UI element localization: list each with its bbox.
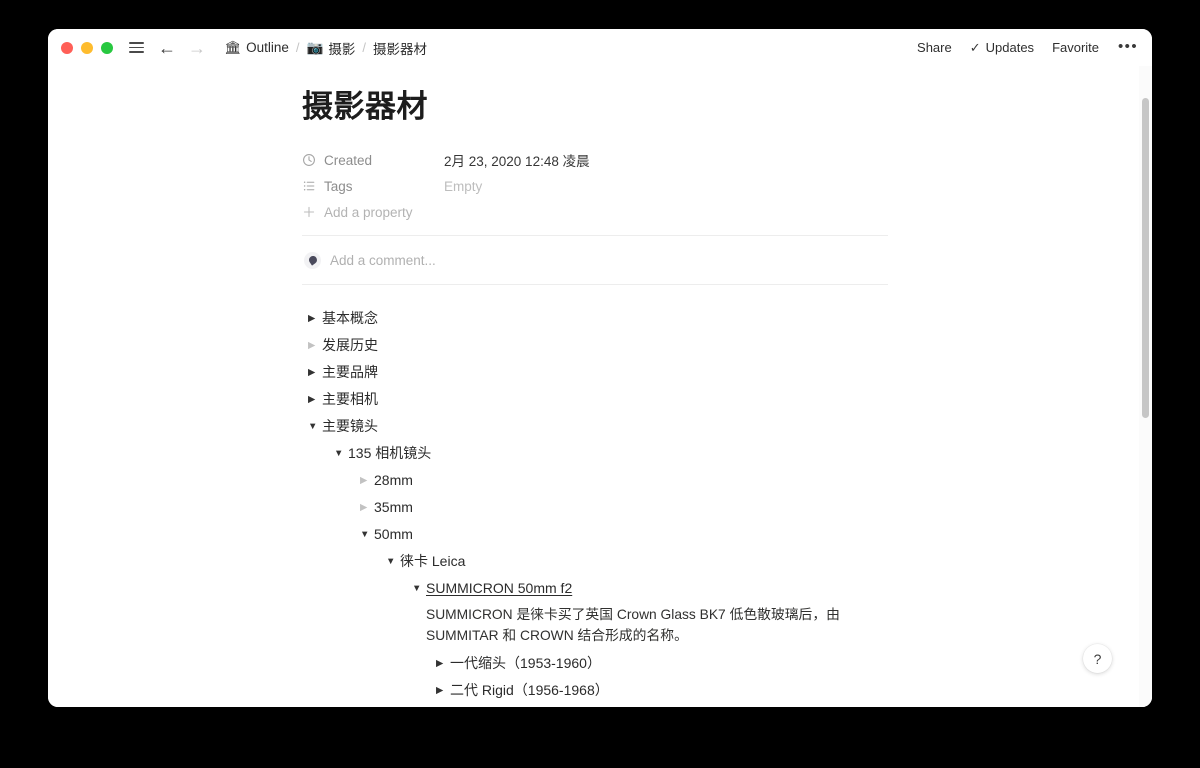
chevron-down-icon[interactable]: ▼ xyxy=(386,548,400,575)
outline-node-label[interactable]: 徕卡 Leica xyxy=(400,548,465,575)
vertical-scrollbar[interactable] xyxy=(1139,66,1152,707)
divider-below-comment xyxy=(302,284,888,286)
close-window-button[interactable] xyxy=(61,41,73,54)
back-arrow-icon[interactable]: ← xyxy=(158,39,176,57)
bank-icon: 🏛 xyxy=(224,39,242,55)
titlebar-actions: Share ✓ Updates Favorite ••• xyxy=(917,39,1138,57)
outline-node[interactable]: ▼ 50mm xyxy=(360,521,888,548)
outline-node[interactable]: ▼ SUMMICRON 50mm f2 xyxy=(412,575,888,602)
chevron-right-icon[interactable]: ▶ xyxy=(436,650,450,677)
titlebar: ← → 🏛 Outline / 📷 摄影 / 摄影器材 Share ✓ Upda… xyxy=(48,29,1152,66)
clock-icon xyxy=(302,153,324,167)
outline-paragraph[interactable]: SUMMICRON 是徕卡买了英国 Crown Glass BK7 低色散玻璃后… xyxy=(426,602,881,650)
app-window: ← → 🏛 Outline / 📷 摄影 / 摄影器材 Share ✓ Upda… xyxy=(48,29,1152,707)
breadcrumb-item-outline[interactable]: Outline xyxy=(246,40,289,55)
chevron-right-icon[interactable]: ▶ xyxy=(308,359,322,386)
updates-button[interactable]: ✓ Updates xyxy=(970,40,1034,55)
chevron-right-icon[interactable]: ▶ xyxy=(308,386,322,413)
camera-icon: 📷 xyxy=(306,39,324,55)
outline-tree: ▶ 基本概念 ▶ 发展历史 ▶ 主要品牌 ▶ 主要相机 ▼ 主要镜头 ▼ 135 相机镜头 ▶ 28mm ▶… xyxy=(302,305,888,704)
avatar xyxy=(304,251,321,269)
property-row-tags[interactable]: Tags Empty xyxy=(302,173,888,199)
chevron-down-icon[interactable]: ▼ xyxy=(308,413,322,440)
chevron-down-icon[interactable]: ▼ xyxy=(334,440,348,467)
plus-icon xyxy=(302,205,324,219)
comment-placeholder: Add a comment... xyxy=(330,252,436,268)
outline-node[interactable]: ▼ 135 相机镜头 xyxy=(334,440,888,467)
help-label: ? xyxy=(1093,650,1102,667)
outline-node-label[interactable]: 28mm xyxy=(374,467,413,494)
property-label-tags: Tags xyxy=(324,178,353,194)
document-scroll-area[interactable]: 摄影器材 Created 2月 23, 2020 12:48 凌晨 Tags E… xyxy=(48,66,1152,707)
check-icon: ✓ xyxy=(969,40,981,55)
window-controls xyxy=(61,41,113,54)
document-page: 摄影器材 Created 2月 23, 2020 12:48 凌晨 Tags E… xyxy=(48,66,1152,704)
updates-label: Updates xyxy=(985,40,1035,55)
chevron-right-icon[interactable]: ▶ xyxy=(360,494,374,521)
outline-node-label[interactable]: 主要镜头 xyxy=(322,413,378,440)
minimize-window-button[interactable] xyxy=(81,41,93,54)
outline-node-label[interactable]: 135 相机镜头 xyxy=(348,440,431,467)
help-button[interactable]: ? xyxy=(1083,644,1112,673)
property-value-tags[interactable]: Empty xyxy=(444,179,482,194)
more-options-icon[interactable]: ••• xyxy=(1118,39,1138,57)
chevron-right-icon[interactable]: ▶ xyxy=(436,677,450,704)
property-label-created: Created xyxy=(324,152,373,168)
property-value-created[interactable]: 2月 23, 2020 12:48 凌晨 xyxy=(444,150,590,170)
outline-node-label[interactable]: 35mm xyxy=(374,494,413,521)
sidebar-toggle-icon[interactable] xyxy=(128,40,144,56)
outline-node-label[interactable]: SUMMICRON 50mm f2 xyxy=(426,575,572,602)
share-button[interactable]: Share xyxy=(917,40,952,55)
outline-node-label[interactable]: 二代 Rigid（1956-1968） xyxy=(450,677,609,704)
outline-node[interactable]: ▼ 徕卡 Leica xyxy=(386,548,888,575)
chevron-right-icon[interactable]: ▶ xyxy=(360,467,374,494)
outline-node-label[interactable]: 主要品牌 xyxy=(322,359,378,386)
outline-node[interactable]: ▶ 一代缩头（1953-1960） xyxy=(436,650,888,677)
favorite-button[interactable]: Favorite xyxy=(1052,40,1099,55)
property-row-created[interactable]: Created 2月 23, 2020 12:48 凌晨 xyxy=(302,147,888,173)
breadcrumb: 🏛 Outline / 📷 摄影 / 摄影器材 xyxy=(224,38,427,58)
outline-node[interactable]: ▼ 主要镜头 xyxy=(308,413,888,440)
chevron-down-icon[interactable]: ▼ xyxy=(412,575,426,602)
outline-node-label[interactable]: 主要相机 xyxy=(322,386,378,413)
property-list: Created 2月 23, 2020 12:48 凌晨 Tags Empty … xyxy=(302,147,888,225)
outline-node[interactable]: ▶ 主要品牌 xyxy=(308,359,888,386)
outline-node[interactable]: ▶ 发展历史 xyxy=(308,332,888,359)
outline-node[interactable]: ▶ 28mm xyxy=(360,467,888,494)
outline-node-label[interactable]: 发展历史 xyxy=(322,332,378,359)
breadcrumb-item-photography[interactable]: 摄影 xyxy=(328,38,355,58)
scrollbar-thumb[interactable] xyxy=(1142,98,1149,418)
outline-node[interactable]: ▶ 二代 Rigid（1956-1968） xyxy=(436,677,888,704)
maximize-window-button[interactable] xyxy=(101,41,113,54)
chevron-right-icon[interactable]: ▶ xyxy=(308,305,322,332)
breadcrumb-separator: / xyxy=(362,40,366,55)
chevron-down-icon[interactable]: ▼ xyxy=(360,521,374,548)
outline-node-label[interactable]: 50mm xyxy=(374,521,413,548)
outline-node[interactable]: ▶ 基本概念 xyxy=(308,305,888,332)
breadcrumb-item-current[interactable]: 摄影器材 xyxy=(373,38,427,58)
page-title[interactable]: 摄影器材 xyxy=(302,88,888,125)
add-property-button[interactable]: Add a property xyxy=(302,199,888,225)
forward-arrow-icon[interactable]: → xyxy=(188,39,206,57)
comment-input-row[interactable]: Add a comment... xyxy=(302,236,888,284)
tags-icon xyxy=(302,179,324,193)
add-property-label: Add a property xyxy=(324,204,413,220)
outline-node-label[interactable]: 基本概念 xyxy=(322,305,378,332)
breadcrumb-separator: / xyxy=(295,40,300,55)
outline-node-label[interactable]: 一代缩头（1953-1960） xyxy=(450,650,601,677)
chevron-right-icon[interactable]: ▶ xyxy=(308,332,322,359)
outline-node[interactable]: ▶ 35mm xyxy=(360,494,888,521)
outline-node[interactable]: ▶ 主要相机 xyxy=(308,386,888,413)
